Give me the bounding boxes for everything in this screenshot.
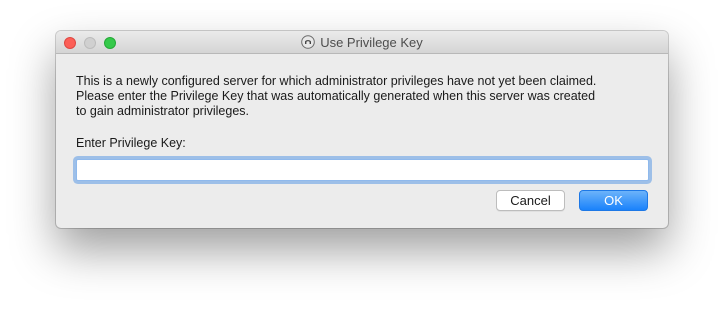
message-line: to gain administrator privileges. [76,104,249,118]
window-title: Use Privilege Key [320,34,423,50]
message-area: This is a newly configured server for wh… [76,74,656,119]
message-line: Please enter the Privilege Key that was … [76,89,596,103]
message-line: This is a newly configured server for wh… [76,74,597,88]
teamspeak-icon [301,35,315,49]
privilege-key-label: Enter Privilege Key: [76,136,186,150]
ok-button[interactable]: OK [579,190,648,211]
privilege-key-input[interactable] [76,159,649,181]
dialog-message: This is a newly configured server for wh… [76,74,656,119]
title-bar[interactable]: Use Privilege Key [56,31,668,54]
window-title-group: Use Privilege Key [56,31,668,53]
privilege-key-dialog: Use Privilege Key This is a newly config… [56,31,668,228]
cancel-button[interactable]: Cancel [496,190,565,211]
